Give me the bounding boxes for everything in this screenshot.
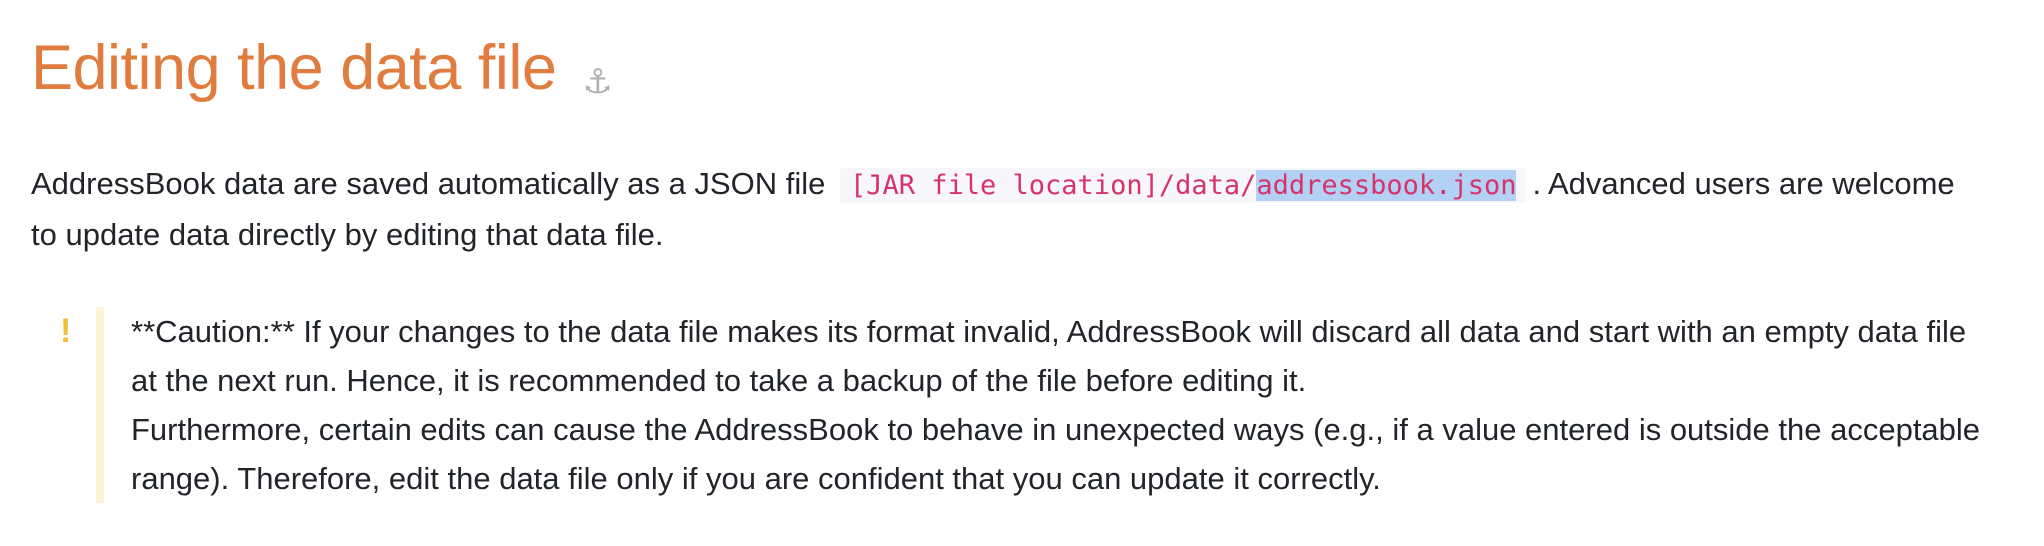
section-title: Editing the data file [31,33,557,103]
section-heading-row: Editing the data file ⚓ [31,28,1984,108]
intro-text-before: AddressBook data are saved automatically… [31,166,826,201]
caution-text-2: Furthermore, certain edits can cause the… [131,412,1981,496]
exclamation-icon: ! [60,312,72,350]
caution-callout: ! **Caution:** If your changes to the da… [60,307,1984,503]
file-path-selected-text[interactable]: addressbook.json [1256,170,1517,201]
file-path-code: [JAR file location]/data/addressbook.jso… [839,168,1527,203]
caution-text-1: **Caution:** If your changes to the data… [131,314,1967,398]
file-path-prefix: [JAR file location]/data/ [849,170,1257,201]
intro-paragraph: AddressBook data are saved automatically… [31,159,1984,259]
page: Editing the data file ⚓ AddressBook data… [0,28,2044,546]
anchor-icon[interactable]: ⚓ [582,62,612,102]
